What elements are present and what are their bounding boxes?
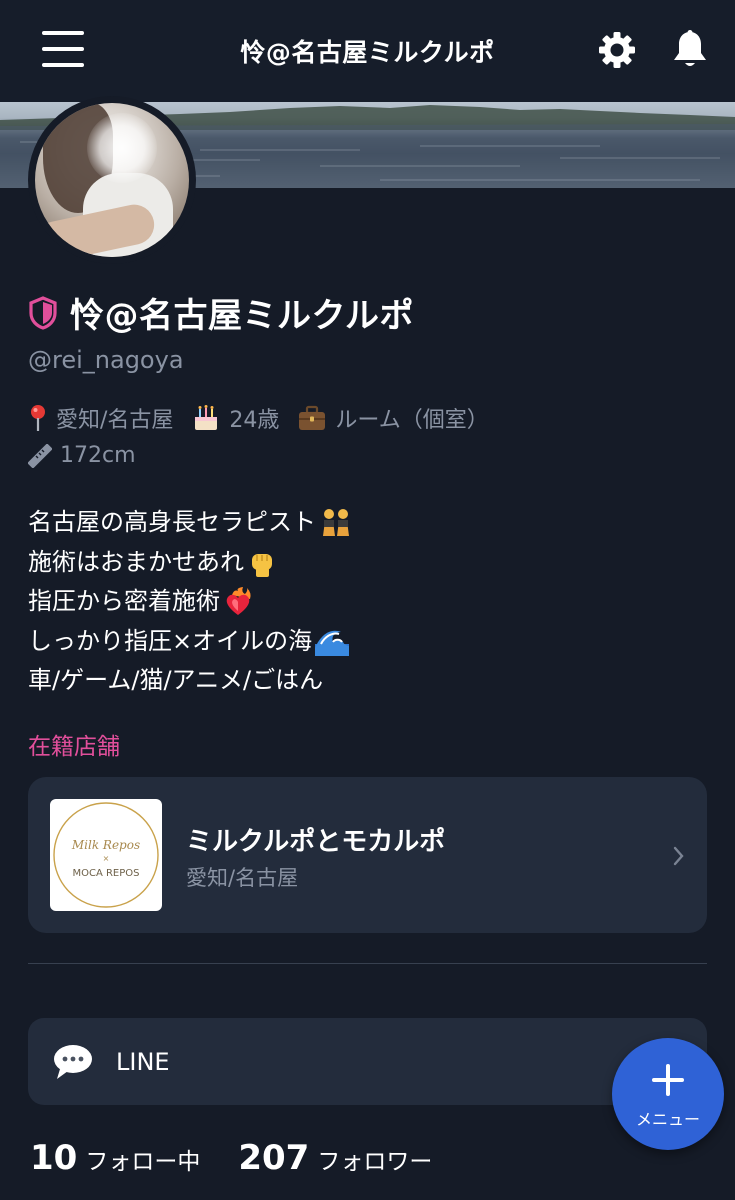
ruler-icon	[28, 443, 52, 468]
following-link[interactable]: 10 フォロー中	[30, 1138, 238, 1178]
app-header: 怜@名古屋ミルクルポ	[0, 0, 735, 102]
svg-text:Milk Repos: Milk Repos	[71, 838, 140, 852]
shop-area: 愛知/名古屋	[186, 866, 299, 890]
bio-line: 車/ゲーム/猫/アニメ/ごはん	[28, 666, 324, 694]
bell-icon[interactable]	[670, 29, 710, 71]
briefcase-icon	[297, 404, 327, 432]
fab-label: メニュー	[635, 1110, 700, 1129]
raised-fist-icon	[247, 546, 277, 578]
followers-label: フォロワー	[317, 1149, 433, 1175]
avatar[interactable]	[28, 96, 196, 264]
profile-bio: 名古屋の高身長セラピスト 施術はおまかせあれ 指圧から密着施術 しっかり指圧×オ…	[28, 503, 353, 701]
following-count: 10	[30, 1138, 78, 1178]
shop-name: ミルクルポとモカルポ	[186, 827, 446, 857]
followers-count: 207	[238, 1138, 310, 1178]
header-title: 怜@名古屋ミルクルポ	[240, 38, 495, 67]
bio-line: 名古屋の高身長セラピスト	[28, 503, 353, 543]
gear-icon[interactable]	[596, 29, 638, 71]
profile-page: 怜@名古屋ミルクルポ 怜@名古屋ミルクルポ @rei_nagoya 愛知/名古屋…	[0, 0, 735, 1200]
follow-stats: 10 フォロー中 207 フォロワー	[30, 1138, 470, 1178]
meta-age: 24歳	[191, 402, 279, 434]
svg-text:×: ×	[103, 854, 110, 863]
water-wave-icon	[315, 626, 350, 657]
profile-meta-row: 愛知/名古屋 24歳 ルーム（個室）	[28, 402, 507, 434]
two-women-icon	[319, 508, 353, 538]
meta-height: 172cm	[28, 443, 136, 468]
bio-line: しっかり指圧×オイルの海	[28, 622, 353, 662]
svg-text:MOCA REPOS: MOCA REPOS	[72, 868, 139, 879]
pin-icon	[28, 404, 48, 432]
meta-location: 愛知/名古屋	[28, 402, 173, 434]
user-handle: @rei_nagoya	[28, 346, 184, 374]
bio-line: 指圧から密着施術	[28, 582, 353, 622]
shield-icon	[29, 295, 57, 330]
display-name: 怜@名古屋ミルクルポ	[70, 296, 414, 336]
hamburger-menu-icon[interactable]	[42, 31, 84, 67]
line-link-button[interactable]: LINE	[28, 1018, 707, 1105]
shop-section-label: 在籍店舗	[28, 734, 120, 760]
chevron-right-icon	[673, 846, 684, 866]
shop-logo: Milk Repos × MOCA REPOS	[50, 799, 162, 911]
speech-bubble-icon	[52, 1043, 94, 1081]
bio-line: 施術はおまかせあれ	[28, 543, 353, 583]
avatar-photo	[35, 103, 189, 257]
plus-icon	[652, 1064, 684, 1096]
heart-on-fire-icon	[223, 586, 253, 617]
profile-name-row: 怜@名古屋ミルクルポ	[28, 288, 414, 337]
meta-room: ルーム（個室）	[297, 402, 489, 434]
following-label: フォロー中	[85, 1149, 201, 1175]
followers-link[interactable]: 207 フォロワー	[238, 1138, 470, 1178]
divider	[28, 963, 707, 964]
menu-fab-button[interactable]: メニュー	[612, 1038, 724, 1150]
line-link-label: LINE	[116, 1047, 170, 1076]
profile-meta-row-2: 172cm	[28, 443, 154, 468]
cake-icon	[191, 403, 221, 433]
shop-card[interactable]: Milk Repos × MOCA REPOS ミルクルポとモカルポ 愛知/名古…	[28, 777, 707, 933]
